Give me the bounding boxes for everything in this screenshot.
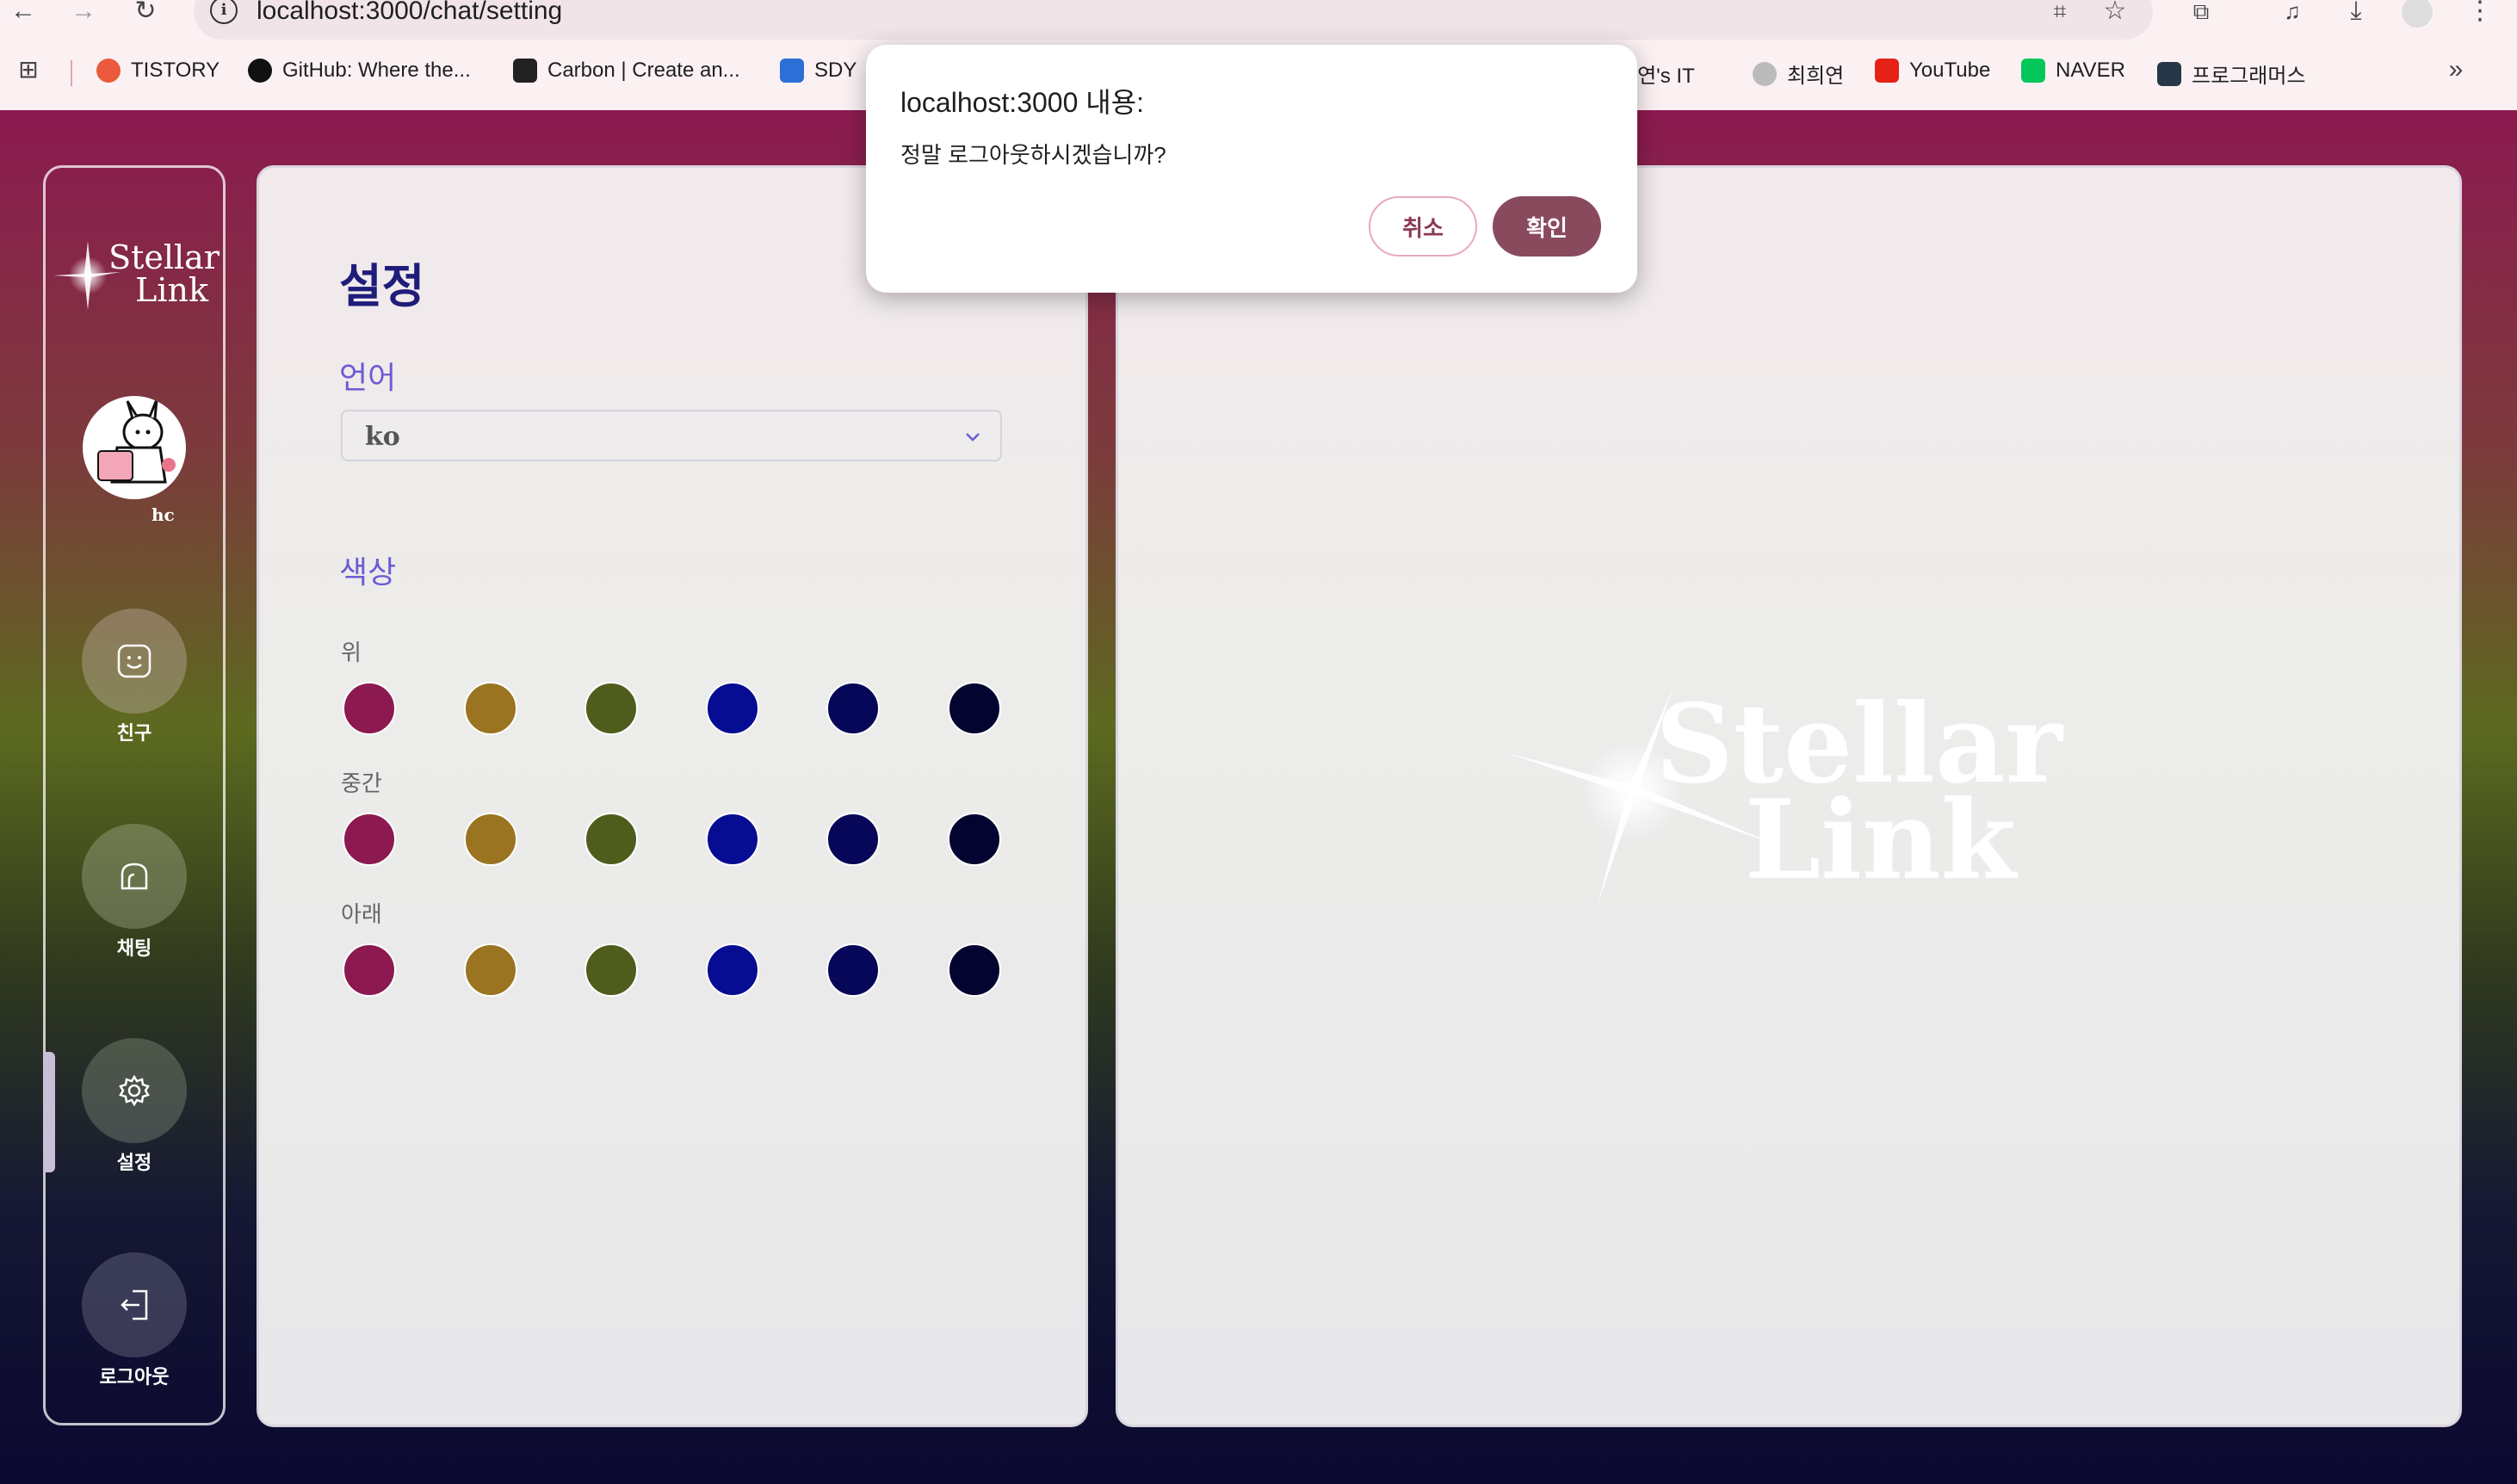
dialog-message: 정말 로그아웃하시겠습니까? (900, 142, 1166, 168)
naver-icon (2021, 59, 2045, 83)
bookmark-label: NAVER (2056, 59, 2125, 82)
jira-icon (780, 59, 804, 83)
bookmark-tistory[interactable]: TISTORY (96, 59, 220, 83)
extensions-icon[interactable]: ⧉ (2188, 0, 2214, 26)
profile-avatar-icon[interactable] (2402, 0, 2433, 28)
bookmark-label: TISTORY (131, 59, 220, 82)
color-row-label-bottom: 아래 (341, 901, 382, 927)
stellar-link-main-logo: Stellar Link (1505, 680, 2064, 904)
bookmark-programmers[interactable]: 프로그래머스 (2157, 59, 2305, 89)
divider (71, 60, 72, 86)
color-swatch-top-4[interactable] (706, 682, 759, 735)
color-swatch-top-5[interactable] (826, 682, 880, 735)
bookmark-label: 프로그래머스 (2192, 65, 2306, 88)
nav-chat-label: 채팅 (116, 937, 152, 959)
bookmark-label: 최희연 (1787, 65, 1845, 88)
stellar-link-logo: Stellar Link (53, 238, 220, 310)
nav-friends-label: 친구 (116, 722, 152, 744)
media-icon[interactable]: ♫ (2279, 0, 2305, 26)
profile-icon (1753, 61, 1777, 86)
avatar-name: hc (152, 504, 175, 525)
carbon-icon (513, 59, 537, 83)
programmers-icon (2157, 61, 2181, 86)
translate-icon[interactable]: ⌗ (2047, 0, 2073, 26)
bookmark-label: YouTube (1909, 59, 1991, 82)
address-row: ← → ↻ i localhost:3000/chat/setting ⌗ ☆ … (0, 0, 2517, 41)
confirm-button[interactable]: 확인 (1493, 196, 1601, 257)
menu-kebab-icon[interactable]: ⋮ (2467, 0, 2493, 26)
nav-logout-button[interactable] (82, 1252, 187, 1357)
bookmark-youtube[interactable]: YouTube (1875, 59, 1990, 83)
color-swatch-bottom-4[interactable] (706, 943, 759, 997)
forward-icon[interactable]: → (71, 0, 96, 26)
smile-icon (117, 644, 152, 678)
color-swatch-middle-6[interactable] (948, 813, 1001, 866)
page-title: 설정 (339, 261, 425, 312)
color-row-label-middle: 중간 (341, 770, 382, 796)
color-swatch-top-1[interactable] (343, 682, 396, 735)
color-swatch-bottom-2[interactable] (464, 943, 517, 997)
bookmark-naver[interactable]: NAVER (2021, 59, 2125, 83)
logo-line2: Link (135, 271, 209, 309)
bookmark-label: GitHub: Where the... (282, 59, 471, 82)
cancel-button[interactable]: 취소 (1369, 196, 1477, 257)
bookmark-github[interactable]: GitHub: Where the... (248, 59, 471, 83)
back-icon[interactable]: ← (10, 0, 36, 26)
bookmark-star-icon[interactable]: ☆ (2102, 0, 2128, 26)
color-swatch-middle-3[interactable] (584, 813, 638, 866)
nav-chat-button[interactable] (82, 824, 187, 929)
nav-friends-button[interactable] (82, 609, 187, 714)
color-swatch-middle-4[interactable] (706, 813, 759, 866)
bunny-avatar-icon (97, 399, 176, 484)
bookmark-carbon[interactable]: Carbon | Create an... (513, 59, 740, 83)
color-swatch-top-6[interactable] (948, 682, 1001, 735)
color-swatch-bottom-3[interactable] (584, 943, 638, 997)
tistory-icon (96, 59, 121, 83)
github-icon (248, 59, 272, 83)
apps-grid-icon[interactable]: ⊞ (15, 58, 41, 84)
dialog-title: localhost:3000 내용: (900, 87, 1145, 118)
more-bookmarks-icon[interactable]: » (2443, 57, 2469, 84)
color-swatch-middle-2[interactable] (464, 813, 517, 866)
gear-icon (119, 1074, 150, 1107)
color-swatch-top-3[interactable] (584, 682, 638, 735)
main-logo-line2: Link (1745, 776, 2019, 904)
color-swatch-top-2[interactable] (464, 682, 517, 735)
language-select-value: ko (365, 422, 400, 452)
nav-settings-button[interactable] (82, 1038, 187, 1143)
sidebar (43, 165, 226, 1425)
color-section-label: 색상 (339, 554, 397, 590)
chat-icon (121, 863, 148, 890)
language-select[interactable]: ko (341, 410, 1002, 461)
chevron-down-icon (966, 433, 980, 442)
color-swatch-bottom-1[interactable] (343, 943, 396, 997)
nav-settings-label: 설정 (116, 1152, 152, 1173)
logout-icon (121, 1289, 148, 1320)
download-icon[interactable]: ⤓ (2343, 0, 2369, 26)
color-swatch-middle-1[interactable] (343, 813, 396, 866)
language-section-label: 언어 (339, 360, 397, 395)
bookmark-label: SDY (814, 59, 857, 82)
color-swatch-bottom-6[interactable] (948, 943, 1001, 997)
color-swatch-bottom-5[interactable] (826, 943, 880, 997)
reload-icon[interactable]: ↻ (133, 0, 158, 26)
bookmark-sdy[interactable]: SDY (780, 59, 857, 83)
avatar[interactable] (83, 396, 186, 499)
bookmark-profile[interactable]: 최희연 (1753, 59, 1844, 89)
confirm-dialog: localhost:3000 내용: 정말 로그아웃하시겠습니까? 취소 확인 (866, 45, 1637, 293)
nav-logout-label: 로그아웃 (99, 1366, 170, 1388)
url-text[interactable]: localhost:3000/chat/setting (257, 0, 562, 26)
bookmark-label: Carbon | Create an... (547, 59, 740, 82)
color-row-label-top: 위 (341, 640, 362, 665)
color-swatch-middle-5[interactable] (826, 813, 880, 866)
youtube-icon (1875, 59, 1899, 83)
